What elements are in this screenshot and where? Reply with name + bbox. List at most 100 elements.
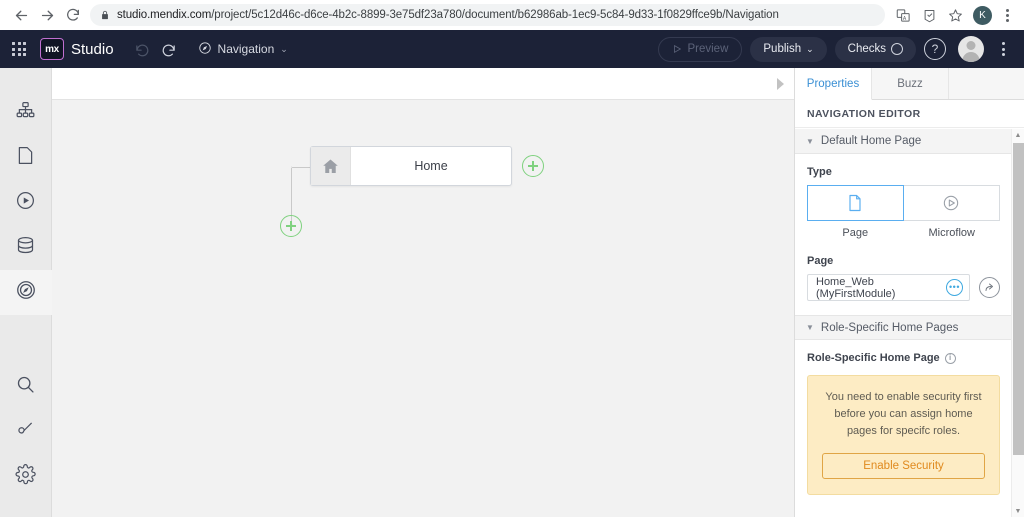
address-bar[interactable]: studio.mendix.com/project/5c12d46c-d6ce-… — [90, 4, 885, 26]
type-option-microflow-label: Microflow — [928, 227, 975, 239]
page-field-label: Page — [807, 255, 834, 267]
publish-label: Publish — [763, 43, 802, 55]
url-path: /project/5c12d46c-d6ce-4b2c-8899-3e75df2… — [211, 9, 779, 21]
sitemap-icon — [15, 100, 36, 126]
chevron-down-icon: ▼ — [806, 323, 814, 332]
tab-buzz[interactable]: Buzz — [872, 68, 949, 99]
role-specific-body: Role-Specific Home Page i You need to en… — [795, 340, 1012, 509]
sidebar-item-navigation[interactable] — [0, 270, 52, 315]
page-icon[interactable] — [807, 185, 904, 221]
sidebar-item-page-structure[interactable] — [0, 90, 52, 135]
help-icon[interactable]: ? — [924, 38, 946, 60]
extensions-icon[interactable] — [917, 3, 941, 27]
type-option-microflow[interactable]: Microflow — [903, 185, 1000, 239]
url-domain: studio.mendix.com — [117, 9, 212, 21]
page-value: Home_Web (MyFirstModule) — [816, 275, 896, 300]
star-icon[interactable] — [943, 3, 967, 27]
play-circle-icon[interactable] — [903, 185, 1000, 221]
browser-menu-icon[interactable] — [998, 8, 1016, 22]
default-home-page-body: Type Page Microflow Page Home_Web (MyFir… — [795, 154, 1012, 315]
browser-toolbar: studio.mendix.com/project/5c12d46c-d6ce-… — [0, 0, 1024, 30]
type-options: Page Microflow — [807, 185, 1000, 239]
checks-button[interactable]: Checks — [834, 36, 916, 62]
security-warning-text: You need to enable security first before… — [825, 391, 982, 438]
info-icon[interactable]: i — [944, 352, 956, 364]
navigation-canvas[interactable]: Home — [52, 68, 794, 517]
section-label: Role-Specific Home Pages — [820, 321, 959, 334]
compass-navigation-icon — [198, 41, 212, 58]
navigation-item-home[interactable]: Home — [310, 146, 512, 186]
chevron-down-icon: ⌄ — [280, 43, 288, 54]
preview-button[interactable]: Preview — [658, 36, 743, 62]
lock-icon — [100, 9, 110, 21]
sidebar-item-settings[interactable] — [0, 454, 52, 499]
type-option-page[interactable]: Page — [807, 185, 904, 239]
back-button[interactable] — [8, 2, 34, 28]
sidebar-item-domain-model[interactable] — [0, 225, 52, 270]
add-navigation-item-right-button[interactable] — [522, 155, 544, 177]
preview-label: Preview — [687, 43, 729, 55]
chevron-down-icon: ▼ — [806, 136, 814, 146]
checks-label: Checks — [847, 43, 886, 55]
panel-content: ▼ Default Home Page Type Page Microflow … — [795, 129, 1012, 517]
publish-button[interactable]: Publish ⌄ — [750, 36, 827, 62]
type-option-page-label: Page — [842, 227, 869, 239]
open-page-button[interactable] — [979, 277, 1000, 298]
chevron-down-icon: ⌄ — [806, 43, 814, 54]
node-card[interactable]: Home — [310, 146, 512, 186]
sidebar-item-theme[interactable] — [0, 409, 52, 454]
header-overflow-icon[interactable] — [994, 42, 1012, 56]
enable-security-button[interactable]: Enable Security — [822, 453, 985, 480]
redo-icon[interactable] — [156, 36, 182, 62]
header-actions: Preview Publish ⌄ Checks ? — [658, 36, 1012, 62]
sidebar-item-pages[interactable] — [0, 135, 52, 180]
database-icon — [15, 235, 36, 261]
url-text: studio.mendix.com/project/5c12d46c-d6ce-… — [117, 9, 779, 21]
add-navigation-item-below-button[interactable] — [280, 215, 302, 237]
triangle-right-icon[interactable] — [777, 77, 784, 90]
document-selector[interactable]: Navigation ⌄ — [198, 41, 288, 58]
section-role-specific-home-pages[interactable]: ▼ Role-Specific Home Pages — [795, 315, 1012, 340]
home-icon — [311, 147, 351, 185]
brush-icon — [15, 419, 36, 445]
canvas-toolbar — [52, 68, 794, 100]
scrollbar-thumb[interactable] — [1013, 143, 1024, 455]
gear-icon — [15, 463, 36, 490]
forward-button[interactable] — [34, 2, 60, 28]
play-circle-icon — [15, 190, 36, 216]
grid-apps-icon[interactable] — [12, 42, 26, 56]
document-name: Navigation — [217, 42, 275, 56]
play-icon — [674, 44, 682, 54]
panel-title: NAVIGATION EDITOR — [795, 100, 1024, 128]
properties-scrollbar[interactable]: ▲ ▼ — [1011, 129, 1024, 517]
scroll-down-icon[interactable]: ▼ — [1012, 505, 1024, 517]
browser-profile-avatar[interactable]: K — [973, 5, 992, 25]
page-icon — [15, 145, 36, 171]
mendix-logo[interactable]: mx — [40, 38, 64, 60]
translate-icon[interactable]: A — [891, 3, 915, 27]
undo-icon[interactable] — [130, 36, 156, 62]
search-icon — [15, 374, 36, 400]
reload-button[interactable] — [60, 2, 86, 28]
product-name: Studio — [71, 40, 114, 58]
section-default-home-page[interactable]: ▼ Default Home Page — [795, 129, 1012, 154]
role-specific-label-row: Role-Specific Home Page i — [807, 352, 1000, 364]
properties-panel: Properties Buzz NAVIGATION EDITOR ▼ Defa… — [794, 68, 1024, 517]
sidebar-item-microflows[interactable] — [0, 180, 52, 225]
compass-icon — [15, 279, 37, 306]
scroll-up-icon[interactable]: ▲ — [1012, 129, 1024, 141]
type-field-label: Type — [807, 166, 832, 178]
ellipsis-circle-icon[interactable]: ••• — [946, 279, 963, 296]
left-sidebar — [0, 68, 52, 517]
sidebar-item-search[interactable] — [0, 364, 52, 409]
node-label: Home — [414, 159, 448, 173]
tab-filler — [949, 68, 1024, 99]
browser-actions: A K — [891, 3, 1016, 27]
page-select-input[interactable]: Home_Web (MyFirstModule) ••• — [807, 274, 970, 301]
tab-properties[interactable]: Properties — [795, 68, 872, 100]
user-avatar[interactable] — [958, 36, 984, 62]
scrollbar-track[interactable] — [1012, 141, 1024, 505]
circle-status-icon — [891, 43, 903, 55]
panel-tabs: Properties Buzz — [795, 68, 1024, 100]
role-specific-label: Role-Specific Home Page — [807, 352, 940, 364]
